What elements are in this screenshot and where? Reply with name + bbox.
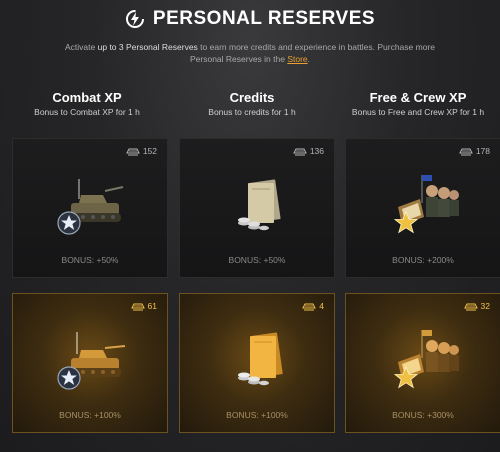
column-subtitle: Bonus to credits for 1 h — [208, 107, 296, 117]
reserve-count: 152 — [126, 146, 157, 156]
count-value: 32 — [480, 301, 490, 311]
desc-end: . — [307, 54, 311, 64]
bonus-label: BONUS: +100% — [59, 410, 121, 420]
reserve-card-combat-xp-100[interactable]: 61 BONUS: +100% — [12, 293, 168, 433]
column-header-combat-xp: Combat XP Bonus to Combat XP for 1 h — [7, 90, 167, 117]
reserve-stack-icon — [126, 148, 140, 155]
reserve-card-credits-50[interactable]: 136 BONUS: +50% — [179, 138, 335, 278]
credits-book-icon — [238, 332, 283, 386]
reserve-count: 61 — [131, 301, 157, 311]
desc-highlight: up to 3 Personal Reserves — [97, 42, 198, 52]
reserve-bolt-icon — [125, 10, 144, 28]
store-link[interactable]: Store — [287, 54, 307, 64]
tank-icon — [57, 332, 126, 390]
bonus-label: BONUS: +100% — [226, 410, 288, 420]
count-value: 4 — [319, 301, 324, 311]
reserve-stack-icon — [302, 303, 316, 310]
reserve-card-free-crew-xp-300[interactable]: 32 BONUS: +300% — [345, 293, 500, 433]
column-subtitle: Bonus to Free and Crew XP for 1 h — [351, 107, 485, 117]
count-value: 152 — [142, 146, 157, 156]
reserve-card-free-crew-xp-200[interactable]: 178 BONUS: +200% — [345, 138, 500, 278]
crew-icon — [394, 175, 459, 233]
column-subtitle: Bonus to Combat XP for 1 h — [34, 107, 140, 117]
count-value: 136 — [309, 146, 324, 156]
bonus-label: BONUS: +50% — [61, 255, 119, 265]
title-row: PERSONAL RESERVES — [0, 8, 500, 30]
count-value: 178 — [475, 146, 490, 156]
page-title: PERSONAL RESERVES — [152, 8, 376, 29]
bonus-label: BONUS: +50% — [228, 255, 286, 265]
reserve-stack-icon — [293, 148, 307, 155]
reserve-count: 136 — [293, 146, 324, 156]
credits-book-icon — [238, 179, 281, 231]
desc-text-2: to earn more credits and experience in b… — [189, 42, 435, 64]
column-header-credits: Credits Bonus to credits for 1 h — [172, 90, 332, 117]
bonus-label: BONUS: +300% — [392, 410, 454, 420]
reserve-card-combat-xp-50[interactable]: 152 BONUS: +50% — [12, 138, 168, 278]
bonus-label: BONUS: +200% — [392, 255, 454, 265]
column-header-free-crew-xp: Free & Crew XP Bonus to Free and Crew XP… — [338, 90, 498, 117]
count-value: 61 — [147, 301, 157, 311]
reserve-stack-icon — [131, 303, 145, 310]
reserve-count: 4 — [302, 301, 324, 311]
column-name: Credits — [229, 90, 275, 105]
crew-icon — [394, 330, 459, 388]
reserve-stack-icon — [459, 148, 473, 155]
desc-text-1: Activate — [65, 42, 98, 52]
reserve-stack-icon — [464, 303, 478, 310]
column-name: Combat XP — [52, 90, 122, 105]
description: Activate up to 3 Personal Reserves to ea… — [60, 41, 440, 65]
reserve-count: 32 — [464, 301, 490, 311]
column-name: Free & Crew XP — [369, 90, 467, 105]
tank-icon — [57, 179, 124, 235]
reserve-card-credits-100[interactable]: 4 BONUS: +100% — [179, 293, 335, 433]
reserve-count: 178 — [459, 146, 490, 156]
